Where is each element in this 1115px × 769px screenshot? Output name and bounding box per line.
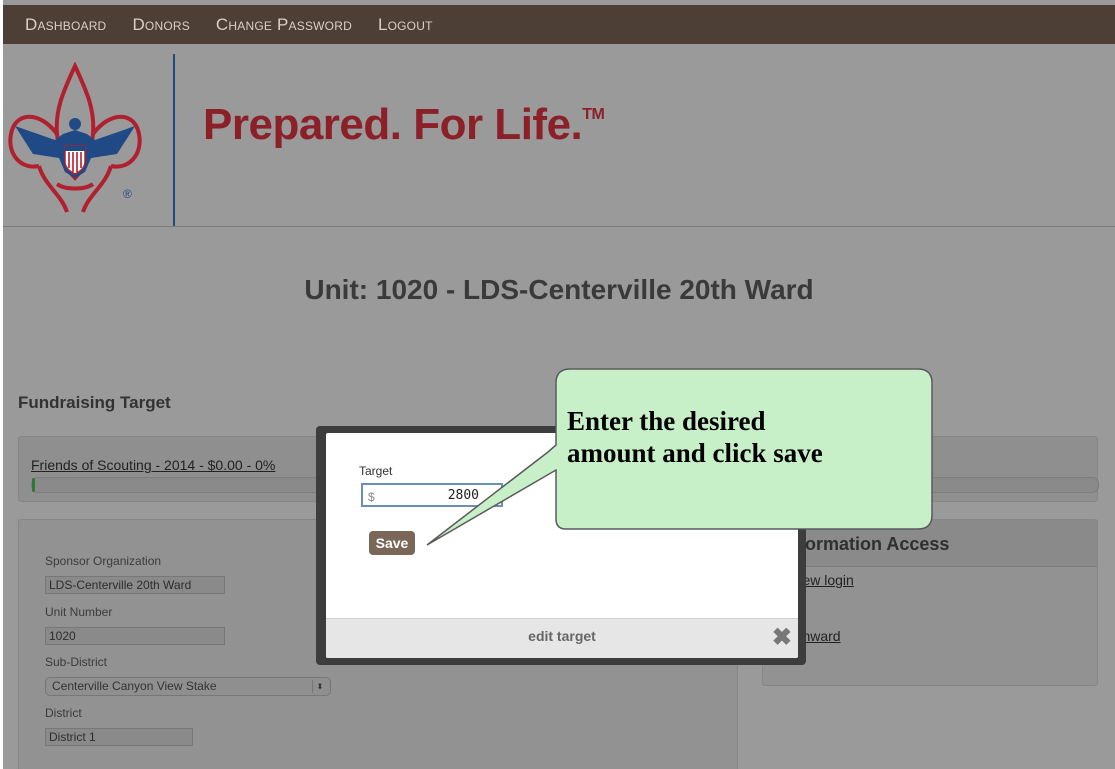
- modal-footer: edit target ✖: [326, 618, 798, 658]
- sponsor-org-field[interactable]: LDS-Centerville 20th Ward: [45, 576, 225, 594]
- page-title: Unit: 1020 - LDS-Centerville 20th Ward: [304, 274, 814, 305]
- modal-title: edit target: [528, 628, 596, 644]
- access-panel: Information Access a new login 20thward: [762, 519, 1098, 686]
- target-value: 2800: [447, 488, 479, 503]
- callout-line-1: Enter the desired: [567, 406, 766, 436]
- target-label: Target: [359, 464, 393, 478]
- district-label: District: [45, 706, 82, 720]
- subdistrict-value: Centerville Canyon View Stake: [52, 679, 217, 693]
- tagline-text: Prepared. For Life.: [203, 100, 583, 149]
- sponsor-org-label: Sponsor Organization: [45, 554, 162, 568]
- header-rule: [3, 226, 1115, 227]
- close-icon[interactable]: ✖: [772, 625, 792, 651]
- unit-number-field[interactable]: 1020: [45, 627, 225, 645]
- trademark-mark: TM: [582, 106, 605, 123]
- currency-symbol: $: [368, 490, 375, 504]
- save-button[interactable]: Save: [369, 531, 415, 555]
- district-field[interactable]: District 1: [45, 728, 193, 746]
- registered-mark: ®: [123, 187, 132, 201]
- access-title: Information Access: [783, 534, 950, 554]
- tagline: Prepared. For Life.TM: [203, 100, 605, 150]
- nav-donors[interactable]: Donors: [132, 15, 189, 35]
- select-arrows-icon: ⬍: [312, 680, 327, 693]
- header-divider: [173, 54, 175, 226]
- nav-logout[interactable]: Logout: [378, 15, 433, 35]
- callout-text: Enter the desired amount and click save: [567, 405, 917, 469]
- callout-line-2: amount and click save: [567, 438, 823, 468]
- subdistrict-select[interactable]: Centerville Canyon View Stake ⬍: [45, 677, 331, 696]
- access-header: Information Access: [763, 520, 1097, 567]
- fleur-de-lis-logo-icon: ®: [8, 62, 142, 213]
- nav-change-password[interactable]: Change Password: [216, 15, 352, 35]
- subdistrict-label: Sub-District: [45, 655, 108, 669]
- campaign-link[interactable]: Friends of Scouting - 2014 - $0.00 - 0%: [31, 457, 275, 473]
- fundraising-title: Fundraising Target: [18, 393, 171, 412]
- page: Dashboard Donors Change Password Logout …: [3, 0, 1115, 769]
- nav-dashboard[interactable]: Dashboard: [25, 15, 106, 35]
- target-input[interactable]: $ 2800: [361, 483, 503, 507]
- unit-number-label: Unit Number: [45, 605, 113, 619]
- top-nav: Dashboard Donors Change Password Logout: [3, 5, 1115, 44]
- progress-fill: [32, 478, 35, 492]
